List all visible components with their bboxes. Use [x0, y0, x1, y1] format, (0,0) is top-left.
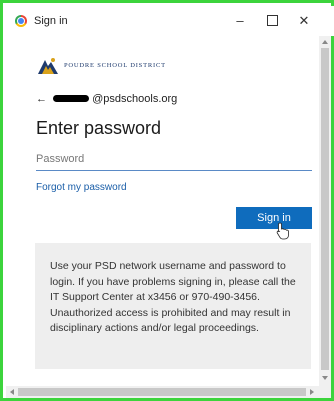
hand-cursor-icon — [276, 222, 289, 240]
page-title: Enter password — [36, 118, 162, 138]
scrollbar-corner — [319, 386, 331, 398]
minimize-button[interactable]: – — [226, 11, 254, 31]
account-email-suffix: @psdschools.org — [92, 93, 178, 105]
logo-text: POUDRE SCHOOL DISTRICT — [64, 62, 166, 69]
horizontal-scrollbar[interactable] — [6, 386, 319, 398]
sign-in-panel: POUDRE SCHOOL DISTRICT ← @psdschools.org… — [6, 36, 319, 386]
password-input[interactable] — [36, 148, 312, 171]
maximize-icon — [266, 15, 278, 27]
title-bar: Sign in – ✕ — [6, 6, 334, 36]
account-row[interactable]: ← @psdschools.org — [36, 93, 177, 105]
district-logo-icon — [38, 58, 58, 74]
vertical-scroll-thumb[interactable] — [321, 48, 329, 370]
window-title: Sign in — [34, 15, 68, 27]
scroll-down-icon[interactable] — [322, 376, 328, 380]
redacted-username — [53, 94, 90, 102]
window-frame: Sign in – ✕ POUDRE SCHOOL DISTRICT ← @ps… — [0, 0, 334, 401]
chrome-icon — [15, 15, 27, 27]
horizontal-scroll-thumb[interactable] — [18, 388, 306, 396]
info-notice: Use your PSD network username and passwo… — [35, 243, 311, 369]
forgot-password-link[interactable]: Forgot my password — [36, 182, 127, 193]
scroll-right-icon[interactable] — [310, 389, 314, 395]
vertical-scrollbar[interactable] — [319, 36, 331, 386]
scroll-up-icon[interactable] — [322, 40, 328, 44]
back-arrow-icon[interactable]: ← — [36, 93, 47, 105]
sign-in-button[interactable]: Sign in — [236, 207, 312, 229]
notice-text: Use your PSD network username and passwo… — [50, 260, 296, 334]
scroll-left-icon[interactable] — [10, 389, 14, 395]
maximize-button[interactable] — [258, 11, 286, 31]
close-button[interactable]: ✕ — [290, 11, 318, 31]
